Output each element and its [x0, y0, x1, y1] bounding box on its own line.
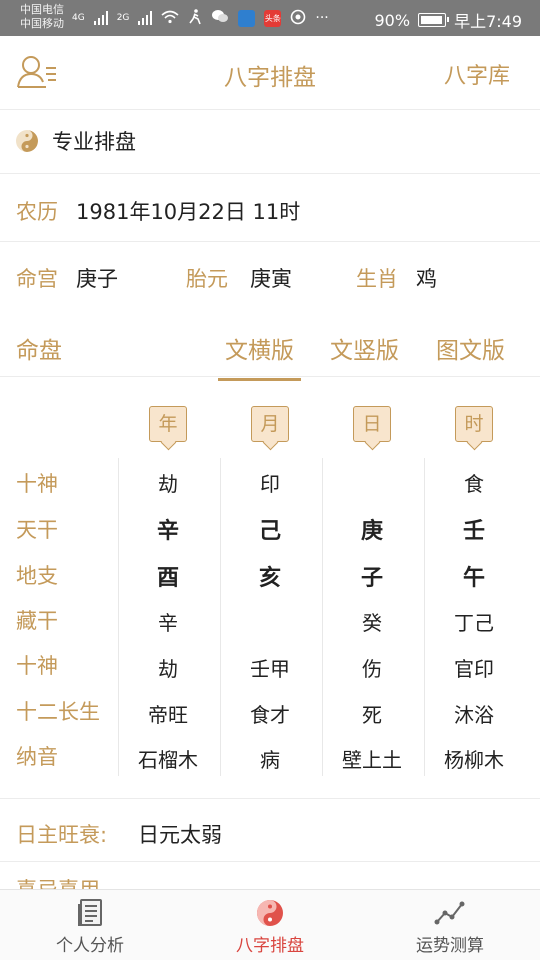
tab-illustrated[interactable]: 图文版	[436, 331, 505, 365]
cell-heavenly-stem: 己	[258, 519, 281, 544]
pillar-header-year: 年	[149, 406, 187, 442]
lunar-date-row: 农历 1981年10月22日 11时	[0, 174, 540, 242]
cell-life-stage: 帝旺	[148, 703, 188, 727]
zodiac-label: 生肖	[356, 267, 398, 291]
status-right: 90% 早上7:49	[375, 8, 523, 32]
cell-ten-god: 食	[464, 472, 484, 496]
chart-section-title: 命盘	[16, 338, 62, 364]
next-section-label: 喜忌喜用	[16, 878, 100, 890]
pillar-header-month: 月	[251, 406, 289, 442]
tab-horizontal[interactable]: 文横版	[218, 331, 301, 381]
wifi-icon	[161, 10, 179, 27]
nav-label: 运势测算	[416, 936, 484, 956]
yin-yang-icon	[257, 900, 283, 926]
chart-tabs-bar: 命盘 文横版 文竖版 图文版	[0, 312, 540, 381]
nav-fortune[interactable]: 运势测算	[360, 890, 540, 960]
cell-hidden-ten-god: 伤	[362, 657, 382, 681]
trend-chart-icon	[434, 901, 465, 925]
nav-bazi-chart[interactable]: 八字排盘	[180, 890, 360, 960]
signal-1-icon	[93, 11, 108, 25]
column-divider	[220, 458, 221, 776]
cell-earthly-branch: 子	[360, 566, 383, 591]
cell-life-stage: 食才	[250, 703, 290, 727]
cell-earthly-branch: 午	[462, 566, 485, 591]
cell-ten-god: 劫	[158, 472, 178, 496]
row-label-earthly-branch: 地支	[16, 564, 58, 588]
tai-yuan-label: 胎元	[186, 267, 228, 291]
clock: 早上7:49	[454, 12, 522, 31]
toutiao-icon: 头条	[264, 9, 282, 27]
pillar-header-day: 日	[353, 406, 391, 442]
carrier-1: 中国电信	[20, 3, 64, 16]
strength-label: 日主旺衰:	[16, 823, 108, 847]
bottom-navigation: 个人分析 八字排盘 运势测算	[0, 889, 540, 960]
cell-nayin: 壁上土	[342, 748, 402, 772]
cell-heavenly-stem: 壬	[462, 519, 485, 544]
cell-hidden-ten-god: 劫	[158, 657, 178, 681]
mode-label: 专业排盘	[52, 130, 136, 154]
status-icons: 4G 2G 头条 ···	[72, 8, 329, 28]
row-label-life-stage: 十二长生	[16, 700, 100, 724]
network-type-1: 4G	[72, 13, 85, 23]
row-label-ten-gods: 十神	[16, 472, 58, 496]
nav-personal-analysis[interactable]: 个人分析	[0, 890, 180, 960]
row-label-heavenly-stem: 天干	[16, 518, 58, 542]
document-icon	[78, 899, 102, 926]
row-label-nayin: 纳音	[16, 745, 58, 769]
row-label-ten-gods-hidden: 十神	[16, 654, 58, 678]
day-master-strength-row: 日主旺衰: 日元太弱	[0, 798, 540, 862]
cell-nayin: 杨柳木	[444, 748, 504, 772]
battery-icon	[418, 13, 450, 27]
network-type-2: 2G	[116, 13, 130, 23]
cell-ten-god: 印	[260, 472, 280, 496]
cell-hidden-stem: 丁己	[454, 611, 494, 635]
pillar-chart: 年 月 日 时 十神 天干 地支 藏干 十神 十二长生 纳音 劫 印 食 辛 己…	[0, 378, 540, 788]
status-bar: 中国电信 中国移动 4G 2G 头条 ··· 90% 早上7:49	[0, 0, 540, 36]
yin-yang-icon	[16, 130, 38, 152]
ming-gong-label: 命宫	[16, 267, 58, 291]
ming-gong-value: 庚子	[76, 267, 118, 291]
signal-2-icon	[138, 11, 153, 25]
cell-hidden-stem: 癸	[362, 611, 382, 635]
cell-nayin: 病	[260, 748, 280, 772]
cell-earthly-branch: 酉	[156, 566, 179, 591]
cell-heavenly-stem: 庚	[360, 519, 383, 544]
settings-circle-icon	[290, 9, 306, 28]
strength-value: 日元太弱	[138, 823, 222, 847]
carrier-info: 中国电信 中国移动	[20, 3, 64, 31]
cell-earthly-branch: 亥	[258, 566, 281, 591]
wechat-icon	[211, 9, 229, 27]
cell-hidden-stem: 辛	[158, 611, 178, 635]
bazi-library-link[interactable]: 八字库	[444, 58, 510, 90]
battery-percent: 90%	[374, 10, 411, 30]
zodiac-value: 鸡	[416, 267, 437, 291]
cell-life-stage: 死	[362, 703, 382, 727]
nav-label: 个人分析	[56, 936, 124, 956]
app-header: 八字排盘 八字库	[0, 36, 540, 110]
carrier-2: 中国移动	[20, 17, 64, 30]
running-icon	[188, 8, 202, 28]
tab-vertical[interactable]: 文竖版	[330, 331, 399, 365]
cell-nayin: 石榴木	[138, 748, 198, 772]
row-label-hidden-stems: 藏干	[16, 609, 58, 633]
cell-life-stage: 沐浴	[454, 703, 494, 727]
cell-hidden-ten-god: 官印	[454, 657, 494, 681]
more-notifications: ···	[315, 10, 329, 26]
info-row: 命宫 庚子 胎元 庚寅 生肖 鸡	[0, 242, 540, 312]
tai-yuan-value: 庚寅	[250, 267, 292, 291]
mode-row[interactable]: 专业排盘	[0, 110, 540, 174]
lunar-date-label: 农历	[16, 200, 58, 224]
app-notification-icon	[238, 9, 256, 27]
lunar-date-value: 1981年10月22日 11时	[76, 200, 301, 224]
pillar-header-hour: 时	[455, 406, 493, 442]
cell-hidden-ten-god: 壬甲	[250, 657, 290, 681]
cell-heavenly-stem: 辛	[156, 519, 179, 544]
nav-label: 八字排盘	[236, 936, 304, 956]
